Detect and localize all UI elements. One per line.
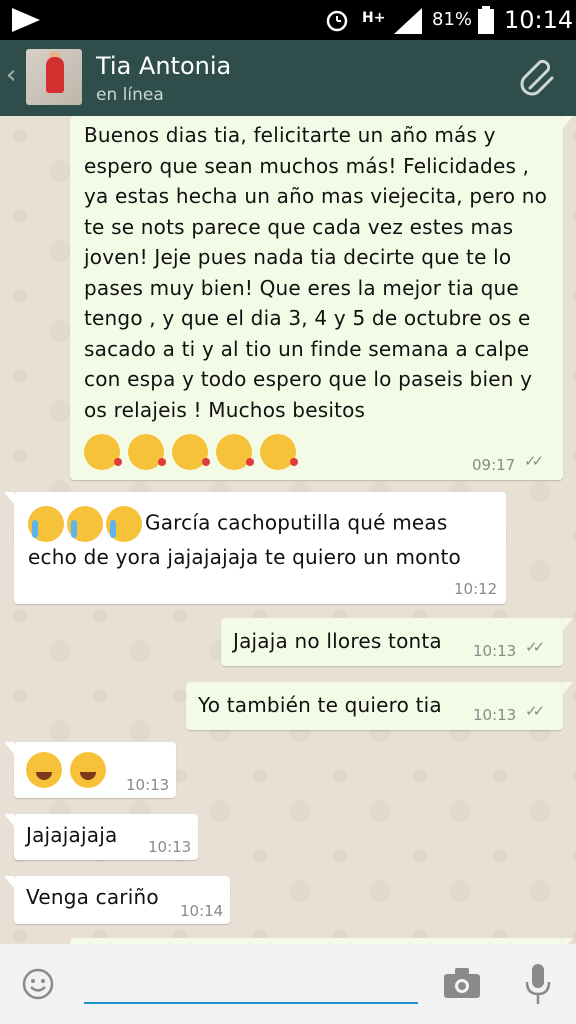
tears-of-joy-emoji-icon (70, 752, 107, 788)
message-bubble[interactable]: Buenos dias tia, felicitarte un año más … (70, 116, 573, 480)
message-time: 10:13 (473, 706, 517, 724)
kissing-heart-emoji-icon (84, 434, 122, 470)
read-ticks-icon: ✓✓ (524, 452, 544, 470)
microphone-icon[interactable] (524, 964, 552, 1004)
alarm-icon (326, 10, 348, 32)
message-time: 10:13 (148, 838, 192, 856)
camera-icon[interactable] (444, 968, 480, 998)
read-ticks-icon: ✓✓ (525, 638, 545, 656)
emoji-icon[interactable] (22, 968, 54, 1000)
message-bubble[interactable]: Venga cariño 10:14 (4, 876, 230, 924)
avatar[interactable] (26, 49, 82, 105)
message-bubble[interactable]: 10:13 (4, 742, 176, 798)
message-text: Yo también te quiero tia (198, 693, 442, 717)
battery-percent: 81% (432, 9, 473, 30)
crying-emoji-icon (67, 506, 103, 542)
paperclip-icon[interactable] (516, 54, 562, 100)
network-type: H+ (362, 10, 386, 26)
message-text: Buenos dias tia, felicitarte un año más … (84, 123, 548, 422)
tears-of-joy-emoji-icon (26, 752, 62, 788)
kissing-heart-emoji-icon (260, 434, 299, 470)
kissing-heart-emoji-icon (172, 434, 211, 470)
chat-header: ‹ Tia Antonia en línea (0, 40, 576, 116)
read-ticks-icon: ✓✓ (525, 702, 545, 720)
message-time: 10:13 (473, 642, 517, 660)
kissing-heart-emoji-icon (216, 434, 255, 470)
play-icon (12, 8, 40, 32)
message-time: 10:13 (126, 776, 170, 794)
message-text-wrap: García cachoputilla qué meas echo de yor… (28, 506, 498, 573)
crying-emoji-icon (28, 506, 64, 542)
message-text: Jajajajaja (26, 823, 118, 847)
message-bubble[interactable]: Jajaja no llores tonta 10:13 ✓✓ (221, 618, 573, 666)
presence-status: en línea (96, 85, 164, 105)
input-bar (0, 944, 576, 1024)
message-time: 10:14 (180, 902, 224, 920)
signal-icon (394, 8, 422, 34)
message-text: Jajaja no llores tonta (233, 629, 442, 653)
message-input[interactable] (84, 966, 418, 1004)
emoji-row (84, 434, 299, 470)
message-bubble[interactable]: Yo también te quiero tia 10:13 ✓✓ (186, 682, 573, 730)
message-bubble[interactable]: Jajajajaja 10:13 (4, 814, 198, 860)
message-time: 10:12 (454, 580, 498, 598)
battery-icon (478, 6, 494, 34)
clock: 10:14 (504, 6, 574, 34)
message-text: Venga cariño (26, 885, 159, 909)
crying-emoji-icon (106, 506, 142, 542)
chat-area[interactable]: Buenos dias tia, felicitarte un año más … (0, 116, 576, 944)
message-time: 09:17 (472, 456, 516, 474)
message-bubble[interactable]: García cachoputilla qué meas echo de yor… (4, 492, 506, 604)
status-bar: H+ 81% 10:14 (0, 0, 576, 40)
contact-name[interactable]: Tia Antonia (96, 52, 231, 80)
emoji-row (26, 752, 109, 788)
kissing-heart-emoji-icon (128, 434, 167, 470)
back-icon[interactable]: ‹ (6, 60, 16, 90)
